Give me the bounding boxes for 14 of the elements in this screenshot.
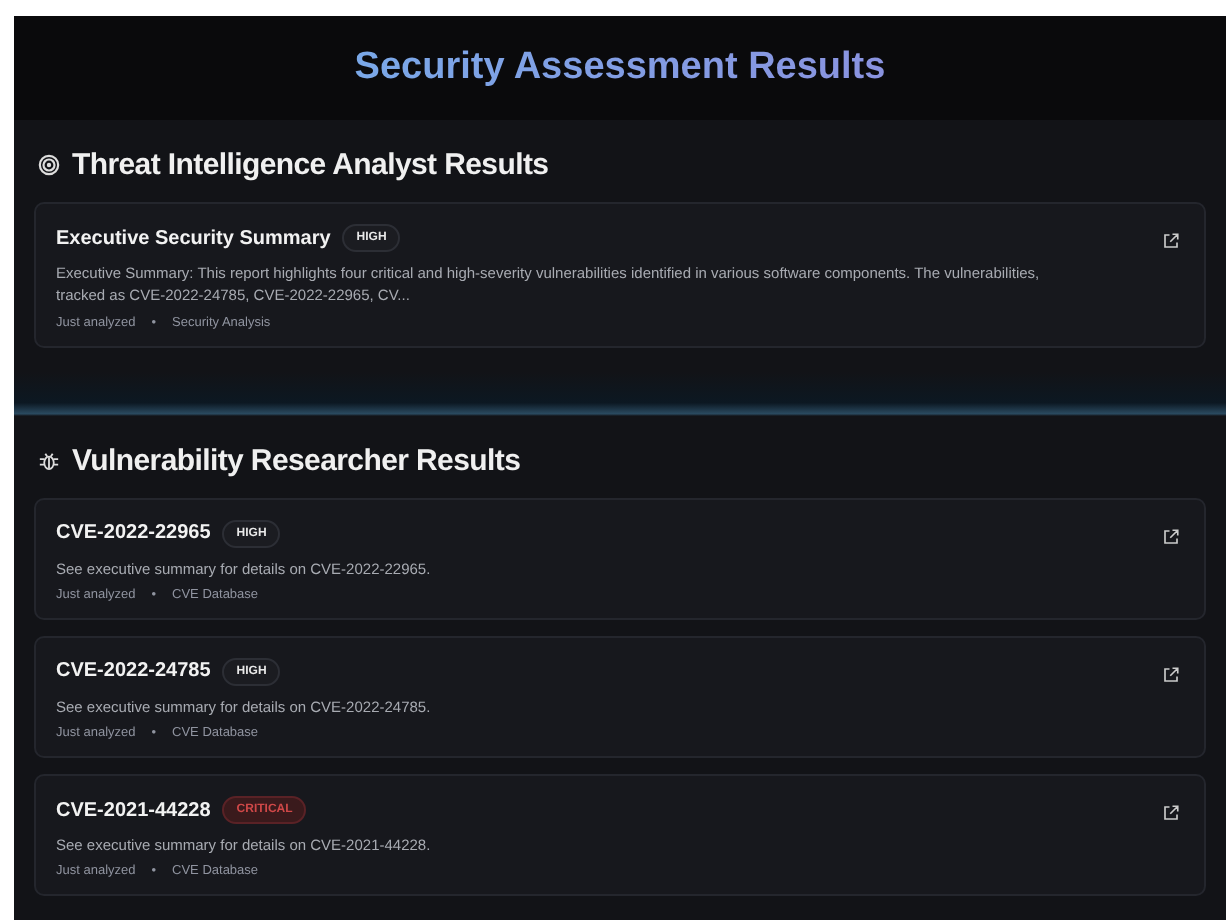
bug-icon	[38, 449, 60, 471]
card-title: CVE-2022-24785	[56, 660, 211, 683]
card-title: CVE-2022-22965	[56, 522, 211, 544]
section-heading: Vulnerability Researcher Results	[72, 443, 521, 477]
section-heading: Threat Intelligence Analyst Results	[72, 148, 549, 182]
card-title: Executive Security Summary	[56, 227, 331, 249]
external-link-icon[interactable]	[1162, 232, 1180, 250]
external-link-icon[interactable]	[1162, 665, 1180, 684]
external-link-icon[interactable]	[1162, 804, 1180, 822]
page-title: Security Assessment Results	[354, 46, 886, 90]
result-card[interactable]	[34, 202, 1206, 347]
card-title: CVE-2021-44228	[56, 799, 211, 821]
target-icon	[38, 154, 60, 176]
external-link-icon[interactable]	[1162, 527, 1180, 545]
